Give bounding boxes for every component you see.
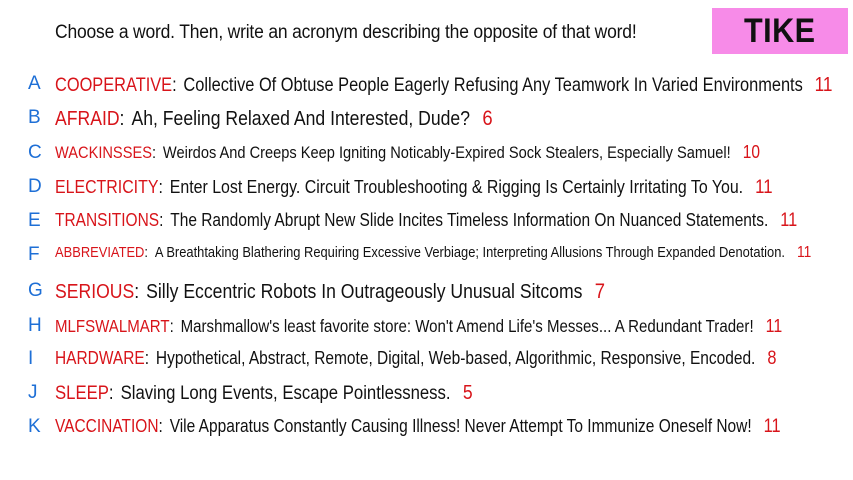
entry-word: ELECTRICITY (55, 176, 159, 197)
entry-row: E TRANSITIONS: The Randomly Abrupt New Sli… (0, 207, 853, 237)
entry-letter: H (28, 315, 42, 336)
entry-colon: : (144, 348, 150, 368)
entry-colon: : (158, 176, 163, 197)
entry-acronym: Weirdos And Creeps Keep Igniting Noticab… (162, 143, 731, 162)
entry-colon: : (172, 74, 177, 96)
entry-colon: : (169, 316, 174, 336)
entry-line: AFRAID: Ah, Feeling Relaxed And Intereste… (55, 107, 493, 131)
entry-acronym: A Breathtaking Blathering Requiring Exce… (154, 244, 785, 261)
entry-row: F ABBREVIATED: A Breathtaking Blathering R… (0, 241, 853, 271)
entry-acronym: Ah, Feeling Relaxed And Interested, Dude… (131, 108, 471, 130)
entry-acronym: Hypothetical, Abstract, Remote, Digital,… (155, 348, 756, 368)
entry-word: SLEEP (55, 383, 109, 404)
entry-word: HARDWARE (55, 348, 145, 368)
entry-word: MLFSWALMART (55, 316, 170, 336)
entry-letter: E (28, 210, 41, 231)
entry-line: MLFSWALMART: Marshmallow's least favorite… (55, 315, 782, 337)
entry-colon: : (158, 416, 163, 436)
entry-letter: I (28, 348, 34, 369)
entry-line: VACCINATION: Vile Apparatus Constantly Ca… (55, 416, 781, 438)
entry-row: J SLEEP: Slaving Long Events, Escape Point… (0, 379, 853, 409)
entry-acronym: The Randomly Abrupt New Slide Incites Ti… (170, 210, 769, 230)
entry-count: 6 (482, 107, 493, 130)
entry-count: 11 (765, 315, 783, 336)
entry-acronym: Marshmallow's least favorite store: Won'… (180, 316, 754, 336)
entry-row: B AFRAID: Ah, Feeling Relaxed And Interest… (0, 104, 853, 134)
entry-row: C WACKINSSES: Weirdos And Creeps Keep Igni… (0, 139, 853, 169)
entry-count: 10 (742, 142, 760, 162)
entry-count: 7 (594, 280, 606, 303)
entry-letter: G (28, 280, 43, 301)
entry-colon: : (108, 383, 114, 404)
entry-row: H MLFSWALMART: Marshmallow's least favorit… (0, 312, 853, 342)
entry-colon: : (151, 143, 157, 162)
entry-row: D ELECTRICITY: Enter Lost Energy. Circuit … (0, 173, 853, 203)
entry-colon: : (144, 244, 148, 261)
entry-word: TRANSITIONS (55, 210, 160, 230)
entry-line: SLEEP: Slaving Long Events, Escape Pointl… (55, 382, 473, 405)
entry-acronym: Silly Eccentric Robots In Outrageously U… (146, 281, 583, 303)
entry-acronym: Vile Apparatus Constantly Causing Illnes… (169, 416, 752, 436)
logo-text: TIKE (744, 11, 816, 50)
entry-count: 11 (796, 244, 812, 261)
entry-count: 11 (755, 176, 773, 198)
entry-line: COOPERATIVE: Collective Of Obtuse People … (55, 73, 832, 97)
entry-colon: : (159, 210, 164, 230)
entry-count: 5 (462, 382, 473, 404)
entry-word: WACKINSSES (55, 143, 152, 162)
entry-word: COOPERATIVE (55, 74, 173, 96)
entry-line: HARDWARE: Hypothetical, Abstract, Remote,… (55, 348, 776, 370)
entry-letter: K (28, 416, 41, 437)
entry-count: 11 (763, 416, 781, 437)
entry-letter: C (28, 142, 42, 163)
entry-line: SERIOUS: Silly Eccentric Robots In Outrag… (55, 280, 605, 304)
entry-line: ELECTRICITY: Enter Lost Energy. Circuit T… (55, 176, 773, 199)
entry-letter: F (28, 244, 40, 265)
entry-row: I HARDWARE: Hypothetical, Abstract, Remote… (0, 345, 853, 375)
entry-word: SERIOUS (55, 281, 135, 303)
entry-letter: A (28, 73, 41, 94)
entry-row: K VACCINATION: Vile Apparatus Constantly C… (0, 413, 853, 443)
logo: TIKE (712, 8, 848, 54)
entry-acronym: Slaving Long Events, Escape Pointlessnes… (120, 383, 451, 404)
entry-word: ABBREVIATED (55, 244, 145, 261)
entry-letter: J (28, 382, 38, 403)
entry-colon: : (134, 281, 140, 303)
entry-word: VACCINATION (55, 416, 159, 436)
entry-line: TRANSITIONS: The Randomly Abrupt New Slid… (55, 210, 797, 232)
entry-count: 11 (780, 210, 798, 231)
prompt-text: Choose a word. Then, write an acronym de… (55, 22, 637, 43)
entry-word: AFRAID (55, 108, 120, 130)
entry-letter: B (28, 107, 41, 128)
entry-colon: : (119, 108, 125, 130)
entry-letter: D (28, 176, 42, 197)
entry-acronym: Enter Lost Energy. Circuit Troubleshooti… (169, 176, 744, 197)
entry-row: A COOPERATIVE: Collective Of Obtuse People… (0, 70, 853, 100)
entry-count: 11 (814, 73, 833, 96)
entry-line: ABBREVIATED: A Breathtaking Blathering Re… (55, 244, 811, 262)
entry-count: 8 (767, 348, 777, 369)
entry-acronym: Collective Of Obtuse People Eagerly Refu… (183, 74, 803, 96)
entry-row: G SERIOUS: Silly Eccentric Robots In Outra… (0, 277, 853, 307)
entry-line: WACKINSSES: Weirdos And Creeps Keep Ignit… (55, 142, 760, 163)
